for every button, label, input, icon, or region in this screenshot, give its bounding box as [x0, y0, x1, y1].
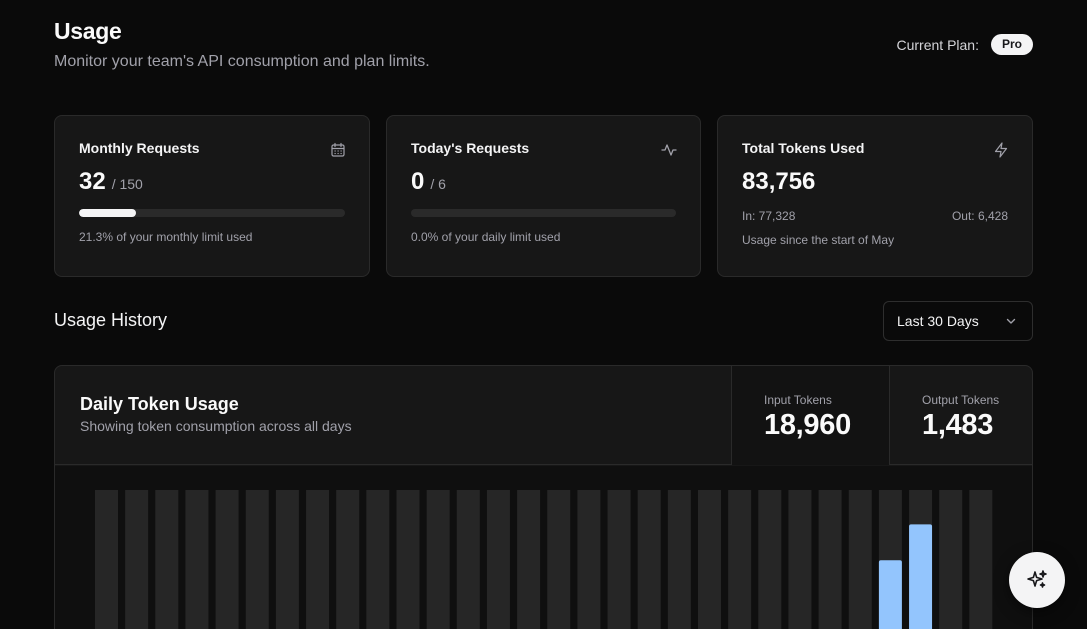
- monthly-requests-value: 32: [79, 168, 106, 195]
- value-row: 32 / 150: [79, 168, 345, 196]
- card-title: Monthly Requests: [79, 140, 200, 156]
- bar-track-2: [125, 490, 149, 629]
- today-requests-card: Today's Requests 0 / 6 0.0% of your dail…: [386, 115, 701, 277]
- daily-token-usage-panel: Daily Token Usage Showing token consumpt…: [54, 365, 1033, 629]
- bar-track-17: [577, 490, 601, 629]
- bar-track-22: [728, 490, 752, 629]
- calendar-icon: [330, 142, 346, 158]
- bar-track-16: [547, 490, 571, 629]
- bar-track-12: [426, 490, 450, 629]
- bar-track-24: [788, 490, 812, 629]
- bar-27[interactable]: [878, 560, 902, 629]
- total-tokens-value: 83,756: [742, 168, 816, 195]
- bar-track-9: [336, 490, 360, 629]
- input-tokens-label: Input Tokens: [764, 393, 832, 407]
- sparkles-icon: [1025, 568, 1049, 592]
- bar-track-10: [366, 490, 390, 629]
- today-requests-limit: / 6: [430, 176, 446, 192]
- bar-track-18: [607, 490, 631, 629]
- card-title: Total Tokens Used: [742, 140, 865, 156]
- bar-track-5: [215, 490, 239, 629]
- card-title: Today's Requests: [411, 140, 530, 156]
- monthly-usage-note: 21.3% of your monthly limit used: [79, 230, 253, 244]
- monthly-requests-limit: / 150: [111, 176, 143, 192]
- bar-track-19: [637, 490, 661, 629]
- token-split: In: 77,328 Out: 6,428: [742, 209, 1008, 223]
- daily-usage-note: 0.0% of your daily limit used: [411, 230, 561, 244]
- input-tokens-total: In: 77,328: [742, 209, 796, 223]
- bar-chart: [95, 490, 993, 629]
- chart-subtitle: Showing token consumption across all day…: [80, 418, 352, 434]
- current-plan: Current Plan: Pro: [896, 34, 1033, 55]
- bar-track-4: [185, 490, 209, 629]
- value-row: 83,756: [742, 168, 1008, 196]
- bar-track-3: [155, 490, 179, 629]
- bar-track-15: [517, 490, 541, 629]
- bar-track-25: [818, 490, 842, 629]
- input-tokens-value: 18,960: [764, 409, 851, 441]
- chart-title: Daily Token Usage: [80, 394, 239, 414]
- date-range-value: Last 30 Days: [897, 313, 979, 329]
- bar-28[interactable]: [909, 524, 933, 629]
- plan-label: Current Plan:: [896, 36, 979, 53]
- bar-track-14: [486, 490, 510, 629]
- bar-track-30: [969, 490, 993, 629]
- usage-history-title: Usage History: [54, 310, 168, 330]
- chevron-down-icon: [1004, 314, 1018, 328]
- output-tokens-value: 1,483: [922, 409, 994, 441]
- chart-area: [55, 466, 1032, 629]
- page-subtitle: Monitor your team's API consumption and …: [54, 53, 430, 70]
- date-range-select[interactable]: Last 30 Days: [883, 301, 1033, 341]
- bar-track-20: [667, 490, 691, 629]
- total-tokens-card: Total Tokens Used 83,756 In: 77,328 Out:…: [717, 115, 1033, 277]
- page-title: Usage: [54, 18, 122, 44]
- usage-page: Usage Monitor your team's API consumptio…: [0, 0, 1087, 629]
- plan-badge: Pro: [990, 34, 1033, 55]
- daily-progress-bar: [411, 209, 676, 217]
- bar-track-13: [456, 490, 480, 629]
- usage-since-note: Usage since the start of May: [742, 233, 895, 247]
- output-tokens-label: Output Tokens: [922, 393, 1000, 407]
- input-tokens-metric[interactable]: Input Tokens 18,960: [731, 366, 889, 465]
- chart-header: Daily Token Usage Showing token consumpt…: [55, 366, 1032, 465]
- activity-icon: [661, 142, 677, 158]
- ai-assistant-button[interactable]: [1009, 552, 1065, 608]
- monthly-requests-card: Monthly Requests 32 / 150 21.3% of your …: [54, 115, 370, 277]
- value-row: 0 / 6: [411, 168, 676, 196]
- bar-track-6: [245, 490, 269, 629]
- bar-track-11: [396, 490, 420, 629]
- bar-track-21: [698, 490, 721, 629]
- output-tokens-total: Out: 6,428: [951, 209, 1008, 223]
- bar-track-1: [95, 490, 118, 629]
- today-requests-value: 0: [411, 168, 425, 195]
- bar-track-23: [758, 490, 782, 629]
- monthly-progress-bar: [79, 209, 345, 217]
- bar-track-8: [306, 490, 330, 629]
- bar-track-7: [275, 490, 299, 629]
- lightning-icon: [993, 142, 1009, 158]
- monthly-progress-fill: [79, 209, 136, 217]
- bar-track-29: [939, 490, 963, 629]
- output-tokens-metric[interactable]: Output Tokens 1,483: [889, 366, 1032, 465]
- bar-track-26: [848, 490, 872, 629]
